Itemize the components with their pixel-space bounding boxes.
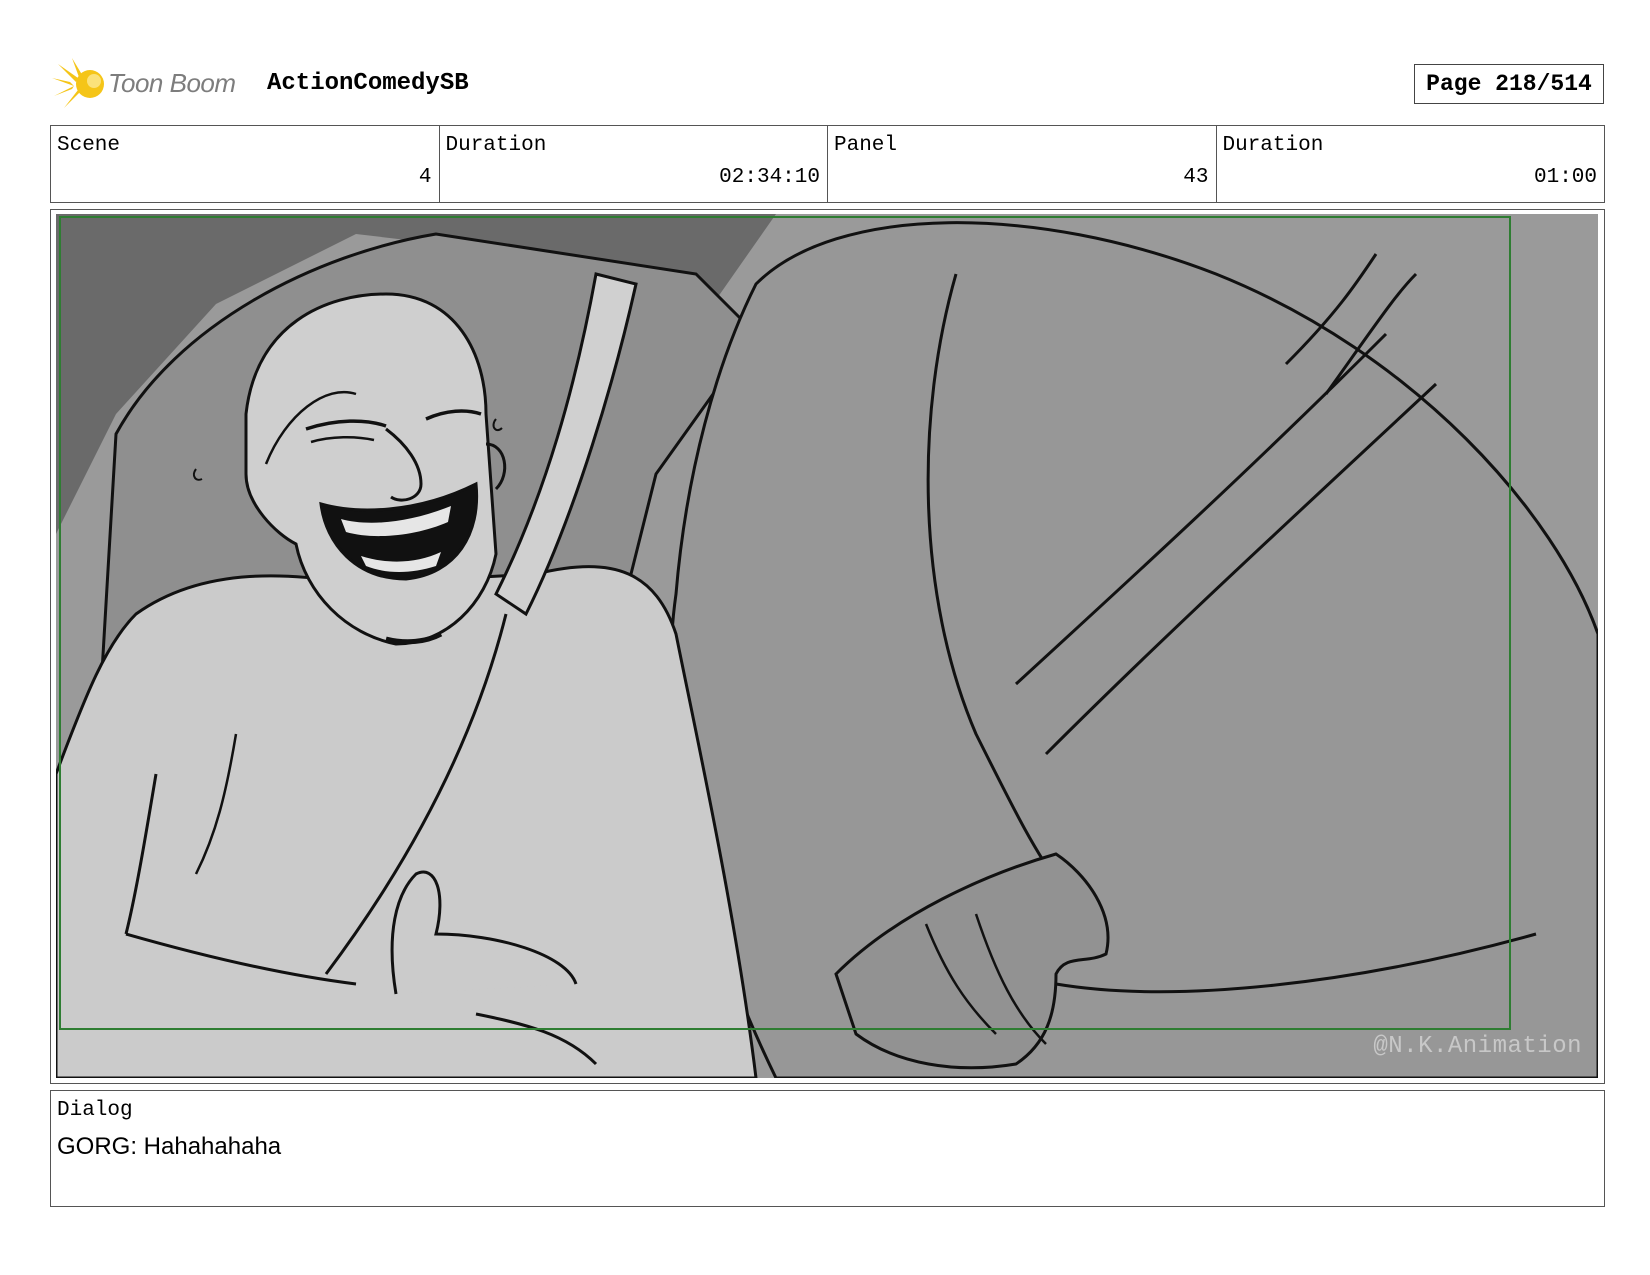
scene-duration-value: 02:34:10 (719, 166, 820, 189)
toon-boom-star-icon (52, 58, 104, 108)
scene-label: Scene (57, 134, 121, 157)
dialog-text: GORG: Hahahahaha (57, 1133, 282, 1160)
scene-cell: Scene 4 (51, 126, 440, 202)
scene-duration-label: Duration (445, 134, 547, 157)
dialog-box: Dialog GORG: Hahahahaha (50, 1090, 1605, 1207)
panel-value: 43 (1183, 166, 1209, 189)
panel-duration-value: 01:00 (1533, 166, 1597, 189)
dialog-label: Dialog (57, 1099, 133, 1122)
scene-duration-cell: Duration 02:34:10 (440, 126, 828, 202)
sketch-illustration (56, 214, 1598, 1078)
panel-label: Panel (834, 134, 898, 157)
page-indicator: Page 218/514 (1414, 64, 1604, 104)
panel-duration-cell: Duration 01:00 (1217, 126, 1605, 202)
watermark: @N.K.Animation (1373, 1033, 1582, 1060)
scene-info-table: Scene 4 Duration 02:34:10 Panel 43 Durat… (50, 125, 1605, 203)
storyboard-drawing: @N.K.Animation (56, 214, 1598, 1078)
storyboard-panel-frame: @N.K.Animation (50, 209, 1605, 1084)
panel-cell: Panel 43 (828, 126, 1217, 202)
scene-value: 4 (418, 166, 432, 189)
project-title: ActionComedySB (267, 70, 469, 97)
logo-text: Toon Boom (108, 68, 236, 98)
panel-duration-label: Duration (1222, 134, 1324, 157)
toon-boom-logo: Toon Boom (52, 56, 252, 110)
